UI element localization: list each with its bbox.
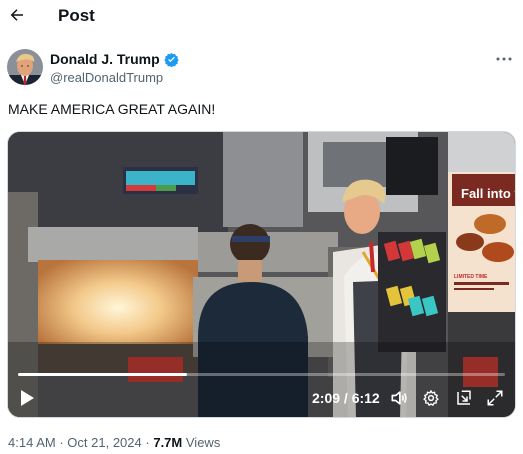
expand-icon [487,390,503,406]
verified-badge-icon[interactable] [164,52,179,67]
sign-small-text: LIMITED TIME [454,274,488,280]
video-progress-fill [18,373,187,376]
post-meta: 4:14 AM · Oct 21, 2024 · 7.7M Views [8,435,220,450]
video-time: 2:09 / 6:12 [312,390,380,406]
fullscreen-button[interactable] [485,388,505,408]
sign-text: Fall into fla [461,186,516,201]
video-controls: 2:09 / 6:12 [8,377,515,417]
gear-icon [423,390,439,406]
more-horizontal-icon [496,57,512,61]
video-progress-bar[interactable] [18,373,505,376]
views-count: 7.7M [153,435,183,450]
volume-button[interactable] [389,388,409,408]
views-label: Views [185,435,221,450]
page-title: Post [58,6,95,25]
picture-in-picture-button[interactable] [454,388,474,408]
play-icon [21,390,34,406]
speaker-icon [391,391,407,405]
post-header: Post [0,0,523,34]
more-options-button[interactable] [493,52,515,66]
avatar-image [7,49,43,85]
play-button[interactable] [16,388,38,408]
separator: · [145,435,150,450]
separator: · [59,435,64,450]
pip-icon [457,390,471,405]
post-date[interactable]: Oct 21, 2024 [67,435,141,450]
video-player[interactable]: Fall into fla LIMITED TIME 2:09 / 6:12 [7,131,516,418]
display-name[interactable]: Donald J. Trump [50,51,160,67]
back-button[interactable] [6,4,28,26]
arrow-left-icon [10,9,23,21]
post-time[interactable]: 4:14 AM [8,435,56,450]
tweet-text: MAKE AMERICA GREAT AGAIN! [8,101,216,117]
avatar[interactable] [7,49,43,85]
settings-button[interactable] [421,388,441,408]
user-handle[interactable]: @realDonaldTrump [50,70,179,85]
author-block: Donald J. Trump @realDonaldTrump [50,51,179,85]
